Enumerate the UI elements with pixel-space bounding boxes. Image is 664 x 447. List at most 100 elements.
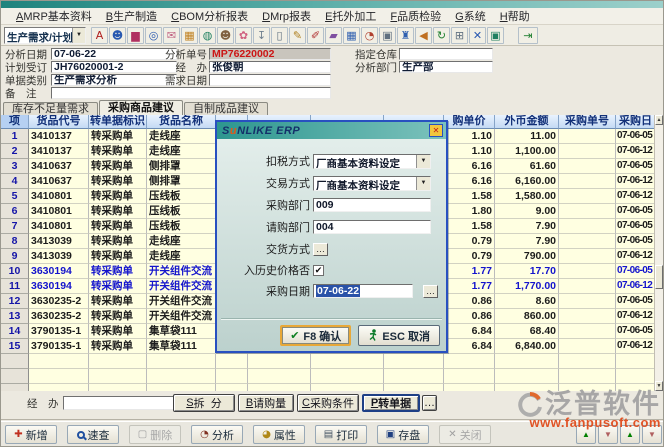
package-icon[interactable]: ▦ <box>181 27 198 44</box>
nav-down-1-button[interactable]: ▼ <box>598 425 618 444</box>
transfer-doc-button[interactable]: P转单据 <box>362 394 420 412</box>
dialog-close-icon[interactable]: ✕ <box>429 124 443 137</box>
column-header-price[interactable]: 购单价 <box>444 115 495 129</box>
module-selector[interactable]: 生产需求/计划分析 ▼ <box>4 27 86 44</box>
tab-1[interactable]: 库存不足量需求 <box>3 102 98 115</box>
menu-item-H[interactable]: H帮助 <box>493 7 537 25</box>
cancel-button[interactable]: ESC 取消 <box>358 325 440 346</box>
pin-icon[interactable]: ↧ <box>253 27 270 44</box>
tax-mode-select[interactable]: 厂商基本资料设定▼ <box>313 154 431 169</box>
analysis-dept-input[interactable]: 生产部 <box>399 61 493 73</box>
menu-item-F[interactable]: F品质检验 <box>383 7 448 25</box>
column-header-name[interactable]: 货品名称 <box>147 115 216 129</box>
pencil-icon[interactable]: ✎ <box>289 27 306 44</box>
split-button[interactable]: S拆 分 <box>173 394 235 412</box>
scroll-down-icon[interactable]: ▼ <box>655 381 663 391</box>
cell-h3 <box>311 384 384 391</box>
chevron-down-icon[interactable]: ▼ <box>72 28 85 43</box>
nav-down-2-button[interactable]: ▼ <box>642 425 662 444</box>
nav-up-2-button[interactable]: ▲ <box>620 425 640 444</box>
table-row-empty[interactable] <box>1 354 656 369</box>
menu-item-B[interactable]: B生产制造 <box>99 7 164 25</box>
menu-item-G[interactable]: G系统 <box>448 7 493 25</box>
demand-date-input[interactable] <box>209 74 331 86</box>
save-button[interactable]: ▣存盘 <box>377 425 429 444</box>
refresh-icon[interactable]: ↻ <box>433 27 450 44</box>
close-window-icon[interactable]: ✕ <box>469 27 486 44</box>
grid-icon[interactable]: ▦ <box>343 27 360 44</box>
column-header-po[interactable]: 采购单号 <box>559 115 616 129</box>
more-options-button[interactable]: … <box>422 395 437 411</box>
expand-icon[interactable]: ⊞ <box>451 27 468 44</box>
scroll-up-icon[interactable]: ▲ <box>655 115 663 125</box>
cell-date: 07-06-12 <box>616 339 656 354</box>
print-button[interactable]: ▤打印 <box>315 425 367 444</box>
menu-item-C[interactable]: CBOM分析报表 <box>164 7 255 25</box>
org-chart-icon[interactable]: ♜ <box>397 27 414 44</box>
pen-icon[interactable]: ✐ <box>307 27 324 44</box>
cell-price: 1.58 <box>444 189 495 204</box>
use-history-price-checkbox[interactable]: ✔ <box>313 265 324 276</box>
footer-handler-input[interactable] <box>63 396 175 410</box>
cell-name: 走线座 <box>147 129 216 144</box>
column-header-flag[interactable]: 转单据标识 <box>89 115 147 129</box>
chevron-down-icon[interactable]: ▼ <box>416 155 430 168</box>
eraser-icon[interactable]: ▰ <box>325 27 342 44</box>
purchase-dept-input[interactable]: 009 <box>313 198 431 212</box>
column-header-idx[interactable]: 项 <box>1 115 29 129</box>
menu-item-E[interactable]: E托外加工 <box>318 7 383 25</box>
purchase-terms-button[interactable]: C采购条件 <box>297 394 359 412</box>
column-header-code[interactable]: 货品代号 <box>29 115 89 129</box>
request-qty-button[interactable]: B请购量 <box>238 394 294 412</box>
table-row-empty[interactable] <box>1 384 656 391</box>
target-warehouse-input[interactable] <box>399 48 493 60</box>
remark-input[interactable] <box>51 87 331 99</box>
menu-item-D[interactable]: DMrp报表 <box>255 7 318 25</box>
column-header-date[interactable]: 采购日 <box>616 115 656 129</box>
handler-input[interactable]: 张俊朝 <box>209 61 331 73</box>
module-selector-value: 生产需求/计划分析 <box>5 28 72 43</box>
pie-chart-icon[interactable]: ◔ <box>361 27 378 44</box>
analyze-button[interactable]: ◔分析 <box>191 425 243 444</box>
speaker-icon[interactable]: ◀ <box>415 27 432 44</box>
cell-amount: 1,770.00 <box>495 279 559 294</box>
quick-search-button[interactable]: 速查 <box>67 425 119 444</box>
table-vertical-scrollbar[interactable]: ▲ ▼ <box>654 115 663 391</box>
flower-icon[interactable]: ✿ <box>235 27 252 44</box>
analysis-no-input[interactable]: MP76220002 <box>209 48 331 60</box>
row-index-cell: 7 <box>1 219 29 234</box>
purchase-date-browse-button[interactable]: … <box>423 285 438 298</box>
dialog-titlebar[interactable]: SuNLIKE ERP ✕ <box>217 122 446 139</box>
document-icon[interactable]: ▯ <box>271 27 288 44</box>
window-icon[interactable]: ▣ <box>379 27 396 44</box>
analyze-icon: ◔ <box>200 430 209 440</box>
properties-button[interactable]: ◕属性 <box>253 425 305 444</box>
chevron-down-icon[interactable]: ▼ <box>416 177 430 190</box>
purchase-date-input[interactable]: 07-06-22 <box>313 284 413 298</box>
menu-bar: AMRP基本资料B生产制造CBOM分析报表DMrp报表E托外加工F品质检验G系统… <box>1 8 663 25</box>
cell-name: 压线板 <box>147 189 216 204</box>
trade-mode-select[interactable]: 厂商基本资料设定▼ <box>313 176 431 191</box>
globe-icon[interactable]: ◍ <box>199 27 216 44</box>
exit-icon[interactable]: ⇥ <box>518 27 538 44</box>
request-dept-input[interactable]: 004 <box>313 220 431 234</box>
font-tool-icon[interactable]: A <box>91 27 108 44</box>
mail-icon[interactable]: ✉ <box>163 27 180 44</box>
chart-icon[interactable]: ▆ <box>127 27 144 44</box>
cell-date <box>616 369 656 384</box>
tab-2[interactable]: 采购商品建议 <box>99 100 183 115</box>
delivery-mode-browse-button[interactable]: … <box>313 243 328 256</box>
menu-item-A[interactable]: AMRP基本资料 <box>9 7 99 25</box>
plan-order-label: 计划受订 <box>5 62 49 74</box>
search-doc-icon[interactable]: ◎ <box>145 27 162 44</box>
worker-icon[interactable]: ☻ <box>217 27 234 44</box>
confirm-button[interactable]: ✔ F8 确认 <box>280 325 351 346</box>
column-header-amount[interactable]: 外币金额 <box>495 115 559 129</box>
nav-up-1-button[interactable]: ▲ <box>576 425 596 444</box>
users-icon[interactable]: ☻ <box>109 27 126 44</box>
new-button[interactable]: ✚新增 <box>5 425 57 444</box>
table-row-empty[interactable] <box>1 369 656 384</box>
cascade-icon[interactable]: ▣ <box>487 27 504 44</box>
tab-3[interactable]: 自制成品建议 <box>184 102 268 115</box>
scrollbar-thumb[interactable] <box>655 265 663 289</box>
